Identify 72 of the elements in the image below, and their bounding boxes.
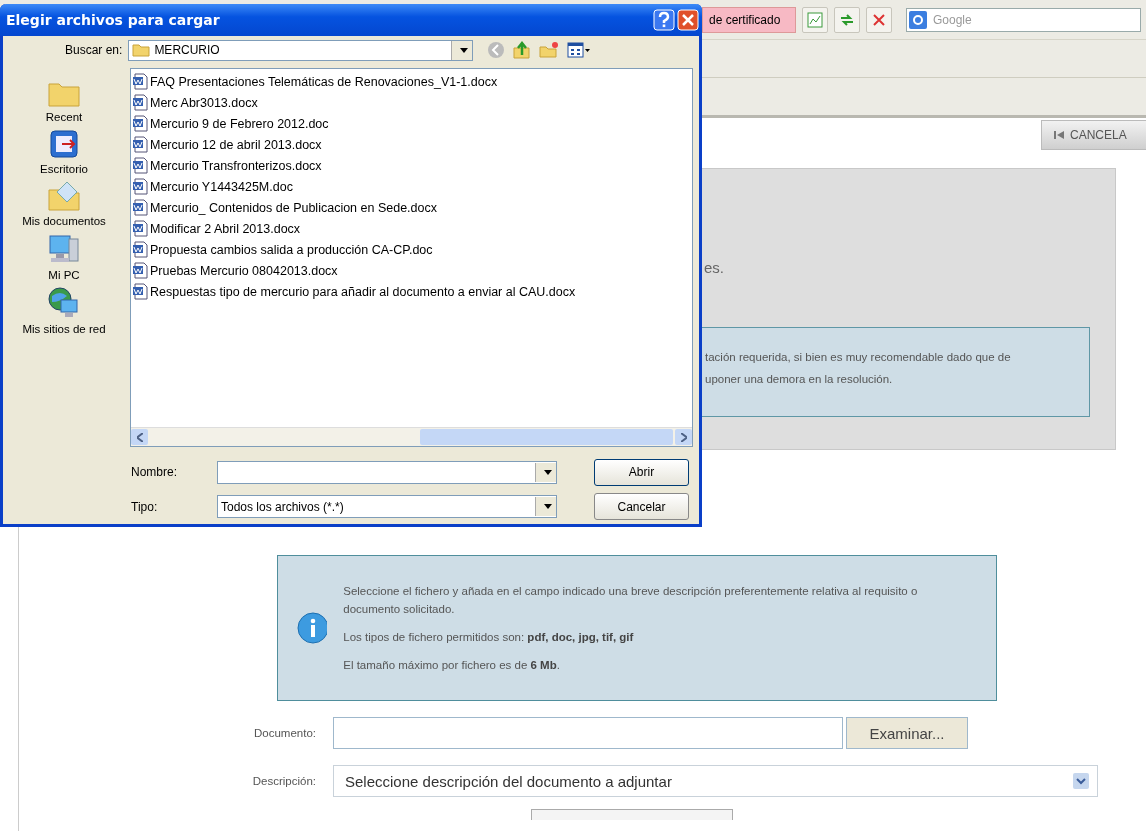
- file-list[interactable]: [130, 68, 693, 448]
- word-document-icon: [132, 220, 149, 238]
- info-text: Seleccione el fichero y añada en el campo indicado una breve descripción preferentemente relativa al requisito o documento solicitado.: [343, 584, 919, 617]
- file-item[interactable]: Merc Abr3013.docx: [132, 92, 692, 114]
- places-item[interactable]: Recent: [45, 78, 83, 124]
- info-text: Los tipos de fichero permitidos son: pdf, doc, jpg, tif, gif: [343, 630, 635, 645]
- description-select[interactable]: Seleccione descripción del documento a adjuntar: [333, 765, 1098, 797]
- help-icon[interactable]: [653, 8, 675, 31]
- skip-back-icon: [1054, 130, 1064, 140]
- notice-text: uponer una demora en la resolución.: [705, 372, 894, 387]
- chart-icon[interactable]: [802, 6, 828, 33]
- up-folder-icon[interactable]: [513, 41, 532, 60]
- caret-icon: [543, 504, 552, 510]
- word-document-icon: [132, 73, 149, 91]
- scroll-left-icon: [136, 432, 143, 442]
- file-item[interactable]: Respuestas tipo de mercurio para añadir al documento a enviar al CAU.docx: [132, 281, 692, 303]
- info-text: El tamaño máximo por fichero es de 6 Mb.: [343, 658, 561, 673]
- word-document-icon: [132, 199, 149, 217]
- cancel-button[interactable]: Cancelar: [594, 493, 689, 521]
- word-document-icon: [132, 262, 149, 280]
- folder-icon: [132, 43, 151, 58]
- field-label: Buscar en:: [65, 43, 123, 58]
- word-document-icon: [132, 178, 149, 196]
- file-item[interactable]: Propuesta cambios salida a producción CA-CP.doc: [132, 239, 692, 261]
- file-item[interactable]: Mercurio 9 de Febrero 2012.doc: [132, 113, 692, 135]
- refresh-icon[interactable]: [834, 6, 860, 33]
- word-document-icon: [132, 115, 149, 133]
- caret-icon: [459, 47, 468, 53]
- stop-icon[interactable]: [866, 6, 892, 33]
- horizontal-scrollbar[interactable]: [131, 427, 692, 447]
- notice-text: tación requerida, si bien es muy recomendable dado que de: [705, 350, 1012, 365]
- new-folder-icon[interactable]: [539, 41, 560, 60]
- field-label: Nombre:: [131, 465, 178, 480]
- window-title: Elegir archivos para cargar: [6, 11, 220, 28]
- chevron-down-icon: [1073, 773, 1089, 789]
- view-menu-icon[interactable]: [567, 41, 592, 60]
- word-document-icon: [132, 241, 149, 259]
- open-button[interactable]: Abrir: [594, 458, 689, 486]
- file-item[interactable]: Mercurio Transfronterizos.docx: [132, 155, 692, 177]
- panel-text: es.: [704, 259, 724, 276]
- file-item[interactable]: FAQ Presentaciones Telemáticas de Renovaciones_V1-1.docx: [132, 71, 692, 93]
- back-icon[interactable]: [487, 41, 506, 60]
- document-field[interactable]: [333, 717, 843, 749]
- file-item[interactable]: Modificar 2 Abril 2013.docx: [132, 218, 692, 240]
- word-document-icon: [132, 157, 149, 175]
- info-icon: [296, 611, 328, 645]
- places-item[interactable]: Escritorio: [40, 128, 88, 176]
- file-item[interactable]: Pruebas Mercurio 08042013.docx: [132, 260, 692, 282]
- look-in-dropdown[interactable]: MERCURIO: [128, 39, 474, 61]
- browse-button[interactable]: Examinar...: [846, 717, 968, 749]
- desktop-icon[interactable]: [48, 128, 80, 161]
- file-item[interactable]: Mercurio 12 de abril 2013.docx: [132, 134, 692, 156]
- file-item[interactable]: Mercurio_ Contenidos de Publicacion en Sede.docx: [132, 197, 692, 219]
- field-label: Tipo:: [131, 499, 159, 514]
- close-icon[interactable]: [677, 8, 699, 31]
- cancel-button[interactable]: CANCELA: [1041, 120, 1146, 150]
- field-label: Documento:: [253, 727, 317, 739]
- places-item[interactable]: Mi PC: [47, 232, 81, 282]
- file-item[interactable]: Mercurio Y1443425M.doc: [132, 176, 692, 198]
- documents-folder-icon[interactable]: [47, 180, 81, 213]
- field-label: Descripción:: [251, 775, 317, 787]
- file-name-field[interactable]: [217, 460, 557, 484]
- certificate-field: de certificado: [702, 6, 796, 33]
- word-document-icon: [132, 136, 149, 154]
- places-item[interactable]: Mis sitios de red: [22, 286, 106, 336]
- places-item[interactable]: Mis documentos: [22, 180, 106, 228]
- scroll-right-icon: [680, 432, 687, 442]
- caret-icon: [543, 469, 552, 475]
- submit-button[interactable]: [531, 809, 733, 820]
- file-type-dropdown[interactable]: Todos los archivos (*.*): [217, 495, 557, 519]
- word-document-icon: [132, 94, 149, 112]
- word-document-icon: [132, 283, 149, 301]
